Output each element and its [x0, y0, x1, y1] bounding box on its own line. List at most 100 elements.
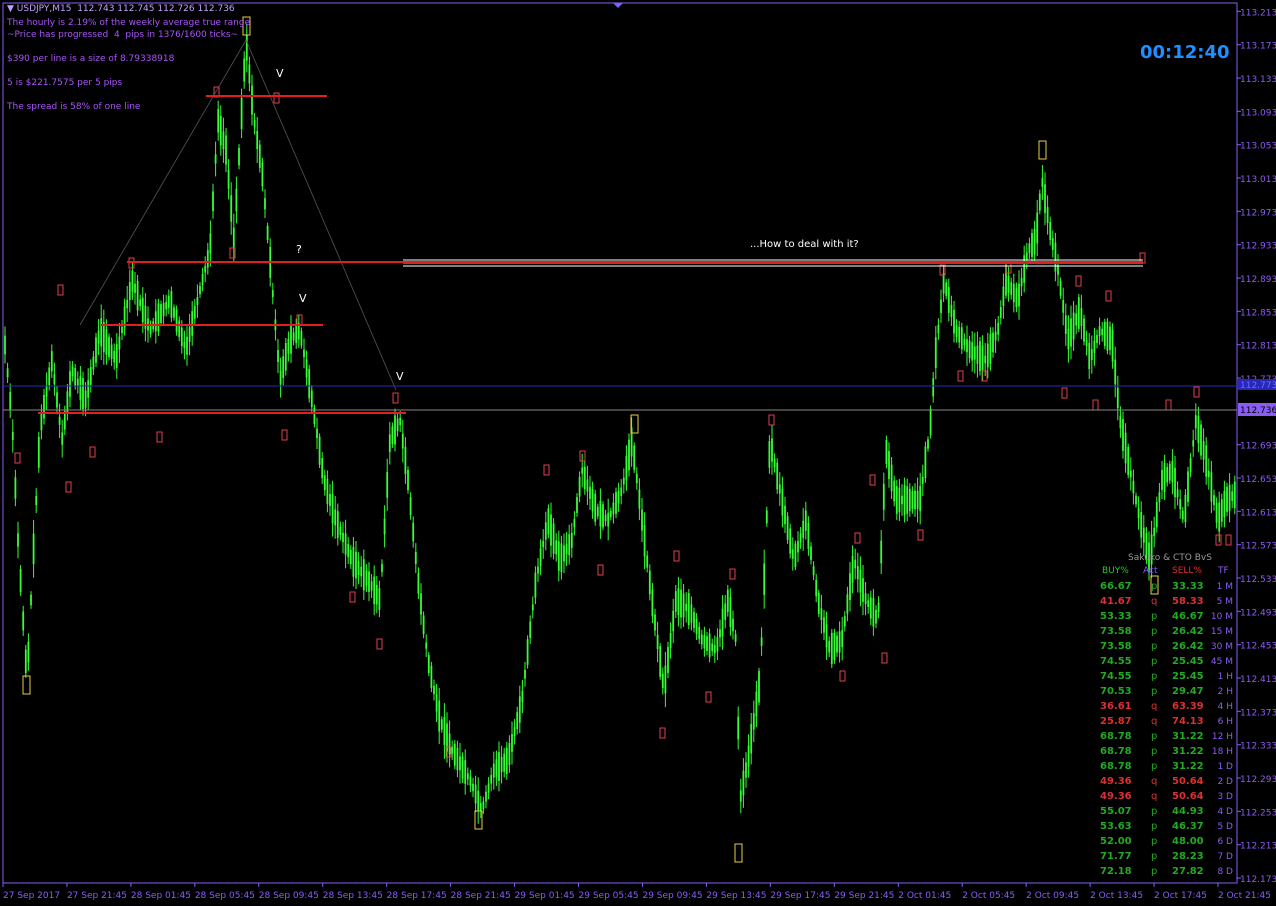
candle-body [232, 227, 235, 248]
candle-body [251, 85, 253, 115]
candle-body [521, 690, 524, 703]
candle-body [713, 644, 716, 654]
panel-sell-value: 58.33 [1172, 596, 1204, 607]
time-tick-label: 2 Oct 21:45 [1218, 891, 1271, 901]
price-tick-label: 113.173 [1240, 42, 1276, 52]
panel-act-value: p [1151, 686, 1157, 697]
panel-tf-label: 12 H [1212, 732, 1233, 742]
candle-body [131, 270, 134, 292]
swing-marker [89, 446, 96, 458]
candle-body [412, 522, 415, 542]
candle-body [869, 597, 872, 619]
candle-body [165, 301, 168, 310]
price-tick-label: 112.493 [1240, 608, 1276, 618]
candle-body [1025, 252, 1028, 260]
candle-body [9, 391, 12, 410]
panel-act-value: p [1151, 731, 1157, 742]
symbol-line: ▼ USDJPY,M15 112.743 112.745 112.726 112… [7, 4, 235, 14]
candle-body [118, 336, 121, 350]
candle-body [776, 462, 779, 490]
candle-body [1054, 242, 1057, 272]
candle-body [308, 368, 311, 399]
candle-body [284, 343, 287, 371]
candle-body [279, 370, 282, 385]
candle-body [911, 491, 914, 509]
blue-level-label: 112.773 [1240, 381, 1276, 391]
candle-body [136, 280, 139, 311]
countdown-clock: 00:12:40 [1140, 42, 1230, 63]
candle-body [45, 386, 48, 397]
candle-body [186, 336, 188, 355]
candle-body [339, 526, 342, 536]
candle-body [989, 334, 992, 364]
time-tick-label: 27 Sep 2017 [3, 891, 60, 901]
panel-header: SELL% [1172, 566, 1202, 576]
dropdown-triangle-icon[interactable]: ▼ [7, 4, 17, 14]
price-chart[interactable]: 113.213 113.173 113.133 113.093 113.053 113.0… [0, 0, 1276, 902]
candle-body [61, 432, 64, 445]
candle-body [518, 696, 521, 723]
candle-body [583, 466, 586, 490]
candle-body [310, 390, 313, 408]
candle-body [256, 130, 259, 150]
candle-body [953, 309, 955, 334]
swing-marker [156, 431, 163, 443]
price-tick-label: 112.253 [1240, 808, 1276, 818]
candle-body [708, 633, 711, 658]
candle-body [477, 790, 480, 811]
candle-body [1192, 440, 1195, 447]
candle-body [456, 747, 459, 771]
swing-marker [1225, 534, 1232, 546]
panel-buy-value: 49.36 [1100, 791, 1132, 802]
candle-body [812, 566, 815, 576]
chart-area[interactable]: 113.213 113.173 113.133 113.093 113.053 113.0… [0, 0, 1276, 902]
candle-body [503, 753, 506, 772]
candle-body [318, 436, 321, 465]
time-tick-label: 29 Sep 21:45 [834, 891, 894, 901]
swing-marker [729, 568, 736, 580]
candle-body [381, 563, 383, 573]
swing-marker [1105, 290, 1112, 302]
candle-body [305, 359, 308, 378]
candle-body [282, 356, 285, 378]
candle-body [999, 306, 1002, 319]
candle-body [326, 478, 329, 504]
candle-body [492, 763, 495, 778]
candle-body [955, 324, 958, 337]
candle-body [139, 299, 142, 307]
panel-tf-label: 4 H [1218, 702, 1233, 712]
candle-body [929, 408, 932, 436]
candle-body [414, 551, 417, 565]
swing-marker [957, 370, 964, 382]
candle-body [1007, 275, 1010, 293]
candle-body [1036, 212, 1039, 244]
candle-body [191, 311, 194, 336]
candle-body [570, 532, 573, 548]
candle-body [729, 597, 732, 627]
candle-body [329, 494, 331, 506]
panel-tf-label: 1 M [1217, 582, 1233, 592]
candle-body [40, 413, 43, 431]
candle-body [170, 291, 173, 318]
candle-body [443, 717, 446, 745]
candle-body [893, 480, 896, 502]
candle-body [906, 486, 909, 514]
candle-body [799, 533, 802, 543]
swing-marker [597, 564, 604, 576]
candle-body [1161, 470, 1163, 490]
time-tick-label: 2 Oct 01:45 [898, 891, 951, 901]
panel-sell-value: 28.23 [1172, 851, 1204, 862]
candle-body [901, 495, 903, 505]
candle-body [243, 58, 246, 82]
candle-body [534, 572, 537, 598]
panel-buy-value: 72.18 [1100, 866, 1132, 877]
candle-body [368, 571, 370, 592]
candle-body [994, 331, 997, 341]
candle-body [890, 464, 893, 492]
candle-body [89, 367, 92, 385]
candle-body [126, 299, 129, 309]
panel-tf-label: 2 D [1217, 777, 1233, 787]
shift-marker-icon[interactable] [613, 3, 623, 8]
panel-act-value: q [1151, 701, 1157, 712]
candle-body [206, 250, 209, 268]
